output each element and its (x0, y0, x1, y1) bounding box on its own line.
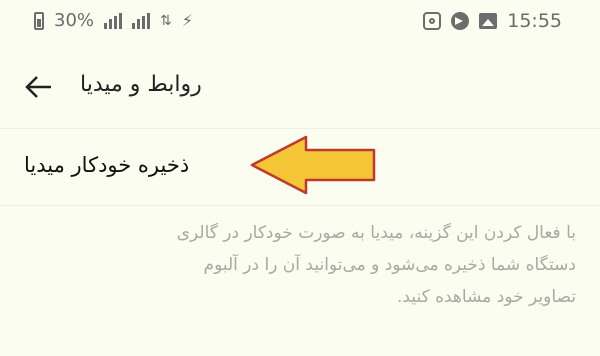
data-icon: ⇅ (160, 12, 172, 29)
gallery-icon (479, 13, 498, 29)
setting-description: ﺑﺎ ﻓﻌﺎﻝ ﮐﺮﺩﻥ ﺍﯾﻦ ﮔﺰﯾﻨﻪ، ﻣﯿﺪﯾﺎ ﺑﻪ ﺻﻮﺭﺕ ﺧﻮ… (24, 217, 576, 313)
signal-icon (104, 12, 123, 29)
no-wifi-icon: ⚡ (181, 11, 193, 30)
status-bar: 30% ⇅ ⚡ 15:55 (0, 0, 600, 44)
instagram-icon (423, 12, 442, 30)
status-time: 15:55 (507, 10, 562, 32)
status-left: 30% ⇅ ⚡ (34, 10, 193, 31)
setting-label: ﺫﺧﯿﺮﻩ ﺧﻮﺩﮐﺎﺭ ﻣﯿﺪﯾﺎ (24, 153, 190, 177)
description-line: ﺩﺳﺘﮕﺎﻩ ﺷﻤﺎ ﺫﺧﯿﺮﻩ ﻣﯽ‌ﺷﻮﺩ ﻭ ﻣﯽ‌ﺗﻮﺍﻧﯿﺪ ﺁﻥ ﺭ… (203, 255, 576, 275)
page-title: ﺭﻭﺍﺑﻂ ﻭ ﻣﯿﺪﯾﺎ (80, 72, 202, 97)
description-line: ﺗﺼﺎﻭﯾﺮ ﺧﻮﺩ ﻣﺸﺎﻫﺪﻩ ﮐﻨﯿﺪ. (397, 287, 576, 307)
battery-icon (34, 11, 44, 30)
arrow-left-icon (25, 76, 51, 98)
battery-percent: 30% (54, 10, 95, 31)
back-button[interactable] (24, 74, 54, 100)
signal-icon-2 (132, 12, 151, 29)
status-right: 15:55 (423, 10, 562, 32)
telegram-icon (451, 12, 470, 30)
highlight-arrow (250, 135, 376, 195)
description-line: ﺑﺎ ﻓﻌﺎﻝ ﮐﺮﺩﻥ ﺍﯾﻦ ﮔﺰﯾﻨﻪ، ﻣﯿﺪﯾﺎ ﺑﻪ ﺻﻮﺭﺕ ﺧﻮ… (176, 223, 576, 243)
app-header: ﺭﻭﺍﺑﻂ ﻭ ﻣﯿﺪﯾﺎ (0, 44, 600, 129)
